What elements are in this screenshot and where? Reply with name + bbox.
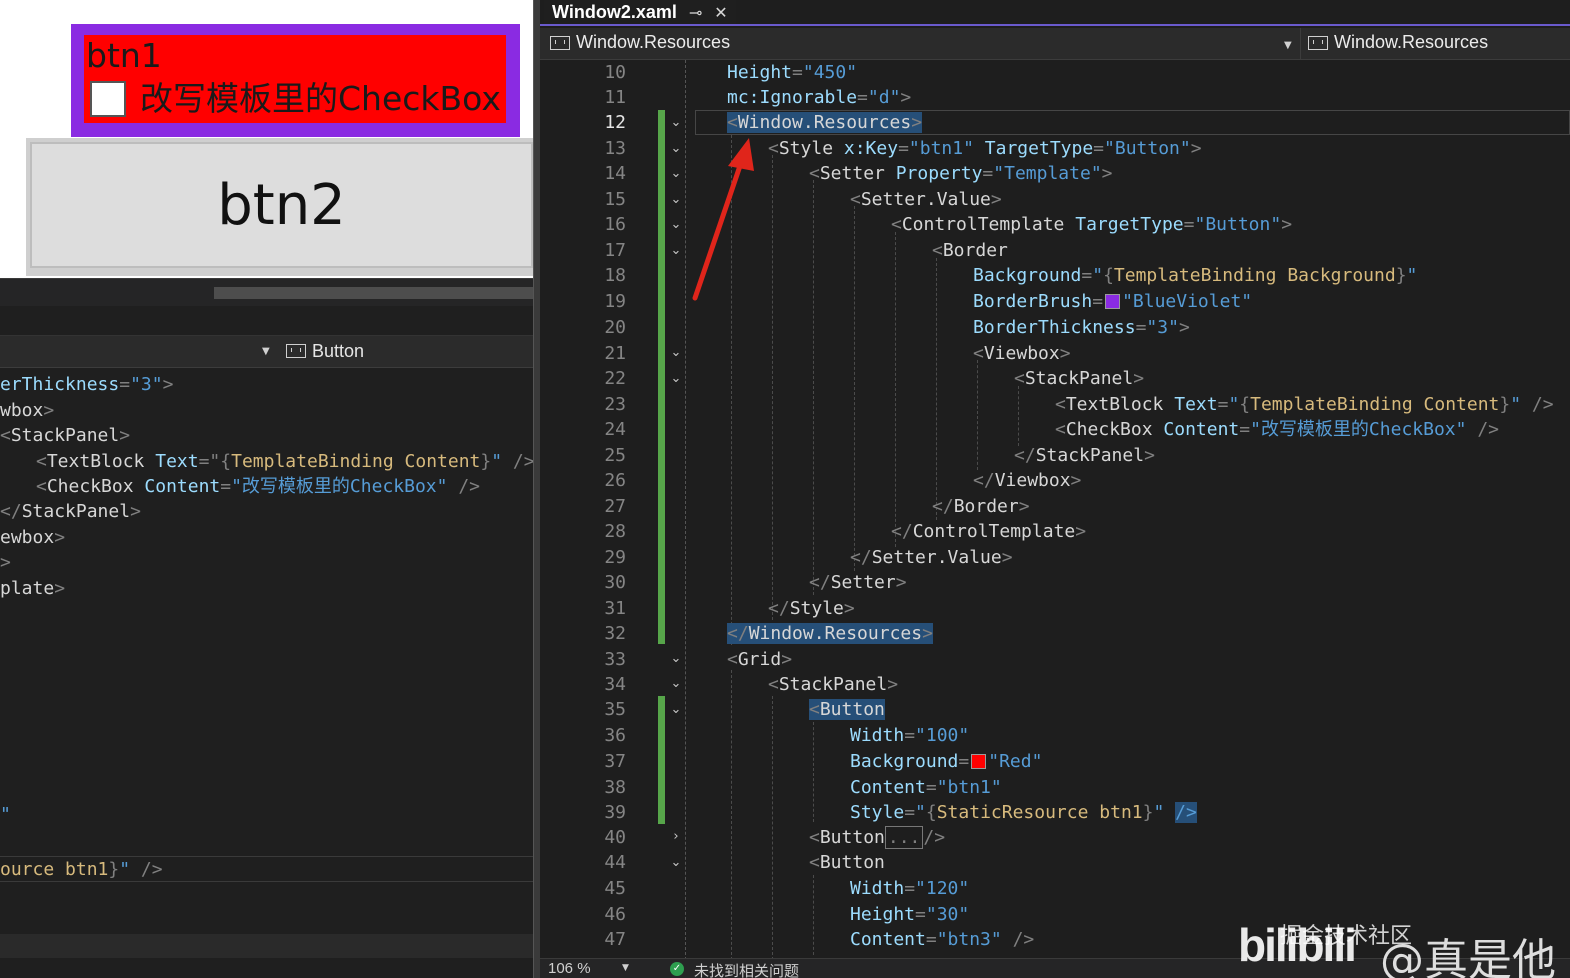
code-line: <Border (932, 240, 1008, 261)
code-line: <Grid> (727, 649, 793, 670)
code-line: <StackPanel> (768, 674, 899, 695)
element-icon (286, 344, 306, 358)
checkbox-label: 改写模板里的CheckBox (140, 79, 501, 118)
code-line: Height="450" (727, 62, 858, 83)
document-tab-bar: Window2.xaml ⊸ ✕ (540, 0, 1570, 26)
code-line: </Window.Resources> (727, 623, 933, 644)
code-line: </Setter.Value> (850, 547, 1013, 568)
code-line: BorderThickness="3"> (973, 317, 1190, 338)
code-line: Content="btn3" /> (850, 929, 1035, 950)
tab-title: Window2.xaml (552, 1, 677, 22)
element-dropdown[interactable]: Button (286, 341, 364, 362)
code-line: Width="100" (850, 725, 970, 746)
left-code-line: ewbox> (0, 527, 66, 548)
preview-btn2[interactable]: btn2 (30, 142, 533, 268)
chevron-down-icon[interactable]: ▼ (622, 963, 629, 973)
btn1-text: btn1 (86, 36, 162, 75)
color-swatch-red[interactable] (971, 754, 987, 769)
designer-panel: btn1 改写模板里的CheckBox btn2 ▼ Button erThic… (0, 0, 540, 978)
pin-icon[interactable]: ⊸ (689, 3, 702, 22)
code-line: <Button.../> (809, 826, 946, 849)
code-line: <TextBlock Text="{TemplateBinding Conten… (1055, 394, 1554, 415)
code-line: Height="30" (850, 904, 970, 925)
scrollbar-thumb[interactable] (214, 287, 533, 299)
left-code-line: </StackPanel> (0, 501, 141, 522)
xaml-editor-panel: Window2.xaml ⊸ ✕ Window.Resources ▼ Wind… (540, 0, 1570, 978)
code-line: BorderBrush= "BlueViolet" (973, 291, 1253, 312)
left-code-line: <TextBlock Text="{TemplateBinding Conten… (36, 451, 535, 472)
nav-separator (1300, 28, 1301, 60)
code-line: <Button (809, 699, 885, 720)
color-swatch-blueviolet[interactable] (1105, 294, 1121, 309)
code-editor[interactable]: Height="450" mc:Ignorable="d"> <Window.R… (540, 60, 1570, 960)
left-code-line: plate> (0, 578, 66, 599)
left-bottom-area: ource btn1}" /> (0, 856, 533, 978)
code-line: <Viewbox> (973, 343, 1071, 364)
watermark-big-text: @真是他 (1380, 935, 1556, 978)
left-code-line: <CheckBox Content="改写模板里的CheckBox" /> (36, 476, 480, 497)
code-line: </Border> (932, 496, 1030, 517)
code-line: <Style x:Key="btn1" TargetType="Button"> (768, 138, 1202, 159)
chevron-down-icon[interactable]: ▼ (1284, 40, 1292, 51)
left-code-line: > (0, 552, 11, 573)
issues-status[interactable]: 未找到相关问题 (694, 960, 799, 978)
design-preview: btn1 改写模板里的CheckBox btn2 (0, 0, 533, 278)
btn1-content: btn1 改写模板里的CheckBox (84, 35, 506, 123)
code-line: Background="{TemplateBinding Background}… (973, 265, 1418, 286)
collapsed-region[interactable]: ... (884, 826, 924, 849)
watermark: bilibili 掘金技术社区 @真是他 (1230, 912, 1570, 978)
left-code-line: wbox> (0, 400, 55, 421)
left-code-line: " (0, 804, 11, 825)
zoom-level[interactable]: 106 % (548, 960, 591, 977)
code-line: Background= "Red" (850, 751, 1043, 772)
pane-splitter[interactable] (0, 306, 533, 336)
check-circle-icon: ✓ (670, 962, 684, 976)
code-line: mc:Ignorable="d"> (727, 87, 912, 108)
element-icon (550, 35, 570, 50)
code-line: <Setter.Value> (850, 189, 1002, 210)
code-line: <StackPanel> (1014, 368, 1145, 389)
code-line: <Window.Resources> (727, 112, 923, 133)
code-line: Style="{StaticResource btn1}" /> (850, 802, 1197, 823)
designer-horizontal-scrollbar[interactable] (0, 278, 533, 306)
left-code-line: <StackPanel> (0, 425, 131, 446)
scope-left-label: Window.Resources (576, 32, 731, 52)
code-line: Content="btn1" (850, 777, 1002, 798)
left-code-editor[interactable]: erThickness="3"> wbox> <StackPanel> <Tex… (0, 370, 535, 860)
code-line: </Setter> (809, 572, 907, 593)
close-icon[interactable]: ✕ (714, 3, 727, 22)
code-line: </Style> (768, 598, 855, 619)
left-navigation-bar: ▼ Button (0, 336, 533, 368)
left-code-fragment: ource btn1}" /> (0, 859, 163, 880)
navigation-bar: Window.Resources ▼ Window.Resources (540, 28, 1570, 60)
left-bottom-bar (0, 934, 533, 958)
scope-dropdown-right[interactable]: Window.Resources (1308, 32, 1488, 53)
code-line: <ControlTemplate TargetType="Button"> (891, 214, 1293, 235)
code-line: Width="120" (850, 878, 970, 899)
preview-btn2-frame: btn2 (26, 138, 533, 276)
code-line: <Setter Property="Template"> (809, 163, 1113, 184)
chevron-down-icon[interactable]: ▼ (262, 346, 270, 357)
vertical-splitter[interactable] (533, 0, 540, 978)
code-line: <Button (809, 852, 885, 873)
scope-dropdown-left[interactable]: Window.Resources (550, 32, 730, 53)
scope-right-label: Window.Resources (1334, 32, 1489, 52)
code-line: </ControlTemplate> (891, 521, 1087, 542)
preview-btn1[interactable]: btn1 改写模板里的CheckBox (71, 24, 520, 137)
element-icon (1308, 35, 1328, 50)
tab-window2-xaml[interactable]: Window2.xaml ⊸ ✕ (544, 0, 736, 24)
code-line: </StackPanel> (1014, 445, 1155, 466)
code-line: </Viewbox> (973, 470, 1082, 491)
left-bottom-line: ource btn1}" /> (0, 856, 533, 882)
element-dropdown-label: Button (312, 341, 365, 361)
left-code-line: erThickness="3"> (0, 374, 174, 395)
code-line: <CheckBox Content="改写模板里的CheckBox" /> (1055, 419, 1500, 440)
preview-checkbox[interactable] (90, 81, 126, 117)
